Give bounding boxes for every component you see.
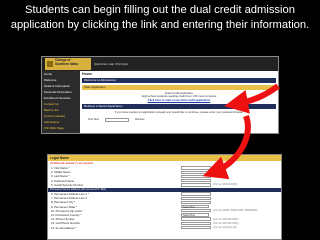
sidebar: Home Welcome Student Information Personal I… <box>42 71 80 133</box>
retrieve-application-bar: Retrieve a Saved Application <box>82 104 276 110</box>
page-title: Home <box>82 72 92 76</box>
format-hint: (Format: #####, #####-####, #########) <box>213 209 258 213</box>
form-row: 5. Social Security Number (Format: ###-##… <box>48 183 281 187</box>
form-input[interactable] <box>181 183 211 187</box>
start-application-link[interactable]: Click here to start a new dual credit ap… <box>82 98 276 102</box>
application-form-screenshot: Legal Name All fields with asterisk (*) … <box>47 154 282 240</box>
logo-line-2: Southern Idaho <box>55 61 79 66</box>
dual-credit-text: Dual Credit Application High school stud… <box>82 91 276 102</box>
portal-screenshot: College of Southern Idaho Quick links | … <box>41 56 279 134</box>
password-input[interactable] <box>104 117 129 122</box>
main-content: Home Welcome to Admissions Start Applica… <box>82 72 276 122</box>
address-fields: 6. Permanent Address Line 1 * 7. Permanen… <box>48 192 281 230</box>
form-input[interactable] <box>181 196 211 200</box>
portal-header: College of Southern Idaho Quick links | … <box>42 57 278 71</box>
form-input[interactable] <box>181 170 211 174</box>
form-input[interactable] <box>181 217 211 221</box>
form-input[interactable] <box>181 178 211 183</box>
welcome-bar: Welcome to Admissions <box>82 78 276 83</box>
format-hint: (Format: ###-###-####) <box>213 221 239 225</box>
form-input[interactable] <box>181 174 211 179</box>
retrieve-instructions: If you have started an application alrea… <box>114 110 244 115</box>
retrieve-row: Find Now Retrieve <box>82 117 276 122</box>
form-row: 14. E-mail Address * (Format: abc@def.ghi… <box>48 225 281 230</box>
form-select[interactable]: Select One <box>181 204 209 209</box>
form-input[interactable] <box>181 209 211 213</box>
sidebar-item[interactable]: Online Orientation <box>42 131 80 133</box>
form-field-label: 5. Social Security Number <box>51 182 84 187</box>
header-links[interactable]: Quick links | Help | Print | Exit <box>94 63 128 66</box>
form-input[interactable] <box>181 166 211 170</box>
form-input[interactable] <box>181 221 211 226</box>
form-select[interactable]: Select One <box>181 213 209 217</box>
format-hint: (Format: ###-##-####) <box>213 183 238 187</box>
format-hint: (Format: abc@def.ghi) <box>213 226 237 230</box>
start-application-bar: Start Application <box>82 85 276 90</box>
name-fields: 1. First Name * 2. Middle Name 3. Last Nam… <box>48 166 281 187</box>
slide-caption: Students can begin filling out the dual … <box>0 0 320 50</box>
form-input[interactable] <box>181 192 211 196</box>
form-input[interactable] <box>181 225 211 230</box>
form-field-label: 14. E-mail Address * <box>51 225 77 230</box>
format-hint: (Format: ###-###-####) <box>213 217 239 221</box>
retrieve-button[interactable]: Retrieve <box>135 118 145 122</box>
find-now-label: Find Now <box>88 117 99 121</box>
college-logo[interactable]: College of Southern Idaho <box>45 58 91 70</box>
college-logo-icon <box>47 61 53 67</box>
form-input[interactable] <box>181 200 211 205</box>
